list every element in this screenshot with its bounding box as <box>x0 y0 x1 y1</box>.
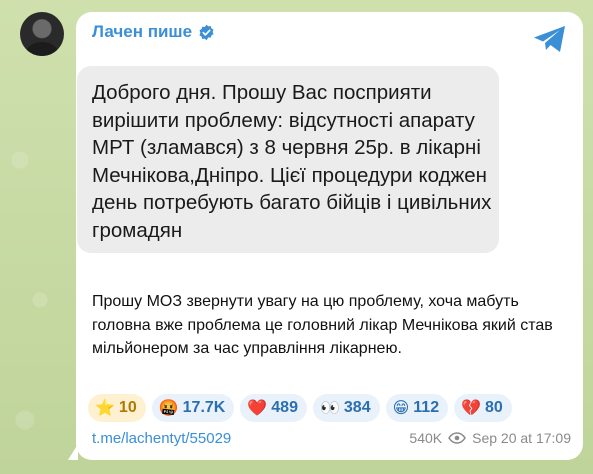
reaction-count: 80 <box>485 399 503 416</box>
post-timestamp: Sep 20 at 17:09 <box>472 430 571 446</box>
channel-avatar[interactable] <box>20 12 64 56</box>
verified-badge-icon <box>199 24 214 40</box>
message-body-text: Прошу МОЗ звернути увагу на цю проблему,… <box>92 293 553 357</box>
view-count: 540K <box>409 430 443 446</box>
eyes-icon: 👀 <box>319 398 340 417</box>
reaction-broken-heart[interactable]: 💔 80 <box>454 394 512 422</box>
reaction-count: 10 <box>118 399 137 416</box>
avatar-shoulders <box>26 42 58 56</box>
reaction-count: 17.7K <box>182 399 226 416</box>
telegram-share-icon[interactable] <box>532 24 568 54</box>
post-meta: 540K Sep 20 at 17:09 <box>409 430 571 446</box>
reaction-count: 384 <box>343 399 371 416</box>
heart-icon: ❤️ <box>247 398 268 417</box>
reaction-grin[interactable]: 😁 112 <box>385 394 449 422</box>
broken-heart-icon: 💔 <box>461 398 482 417</box>
reaction-angry[interactable]: 🤬 17.7K <box>151 394 235 422</box>
bubble-tail <box>68 444 78 460</box>
quoted-message-text: Доброго дня. Прошу Вас посприяти вирішит… <box>92 81 492 242</box>
post-link[interactable]: t.me/lachentyt/55029 <box>92 430 231 447</box>
reaction-heart[interactable]: ❤️ 489 <box>240 394 307 422</box>
channel-name[interactable]: Лачен пише <box>92 22 192 42</box>
angry-face-icon: 🤬 <box>158 398 179 417</box>
eye-icon <box>448 432 467 444</box>
grin-face-icon: 😁 <box>392 398 410 417</box>
reaction-star[interactable]: ⭐ 10 <box>88 394 146 422</box>
reaction-eyes[interactable]: 👀 384 <box>312 394 380 422</box>
reaction-count: 489 <box>271 399 298 416</box>
reactions-bar: ⭐ 10 🤬 17.7K ❤️ 489 👀 384 😁 112 💔 80 <box>88 394 512 422</box>
reaction-count: 112 <box>413 399 440 416</box>
star-icon: ⭐ <box>95 398 115 417</box>
channel-header: Лачен пише <box>92 22 215 42</box>
